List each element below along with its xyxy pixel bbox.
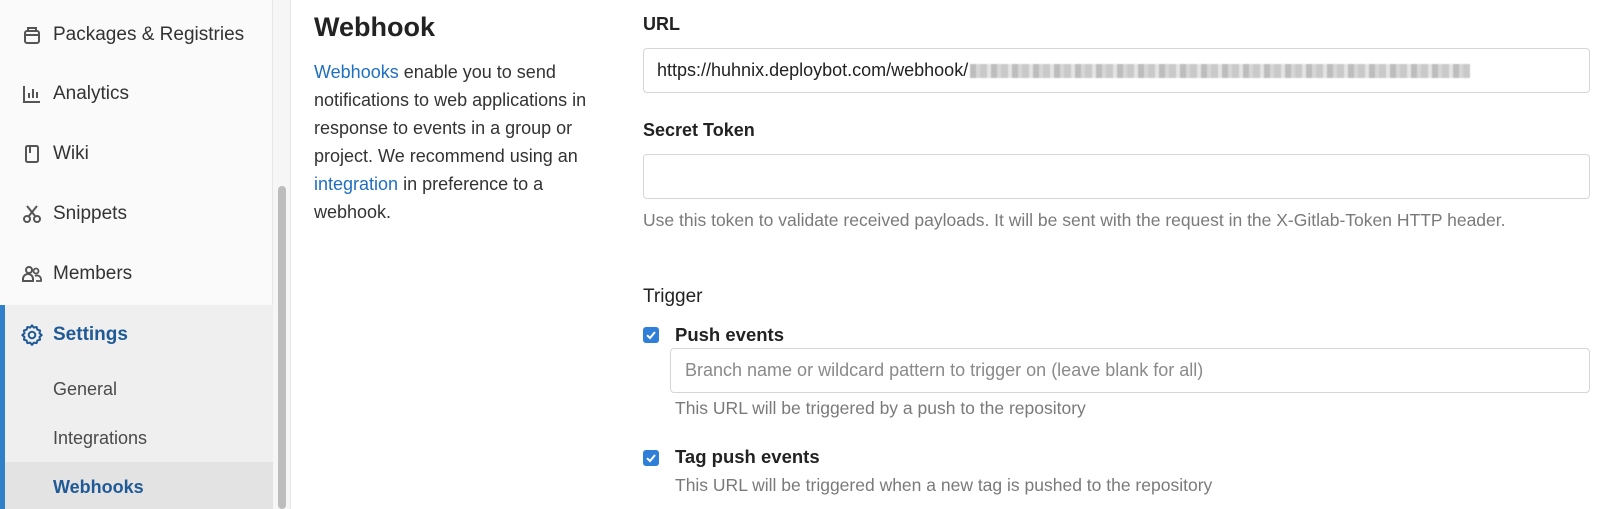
sidebar-item-wiki[interactable]: Wiki xyxy=(0,134,273,174)
sidebar-item-packages-registries[interactable]: Packages & Registries xyxy=(0,15,273,55)
push-events-help: This URL will be triggered by a push to … xyxy=(675,398,1086,418)
sidebar-item-label: Packages & Registries xyxy=(53,24,245,45)
redacted-token xyxy=(970,64,1471,79)
sidebar-item-label: Settings xyxy=(53,324,128,345)
tag-push-events-help: This URL will be triggered when a new ta… xyxy=(675,475,1213,495)
sidebar-item-label: Members xyxy=(53,263,133,284)
gear-icon xyxy=(21,324,43,346)
secret-token-help: Use this token to validate received payl… xyxy=(643,210,1506,230)
snippet-icon xyxy=(21,203,43,225)
tag-push-events-label[interactable]: Tag push events xyxy=(675,446,820,468)
url-value: https://huhnix.deploybot.com/webhook/ xyxy=(657,60,969,80)
sidebar-item-settings[interactable]: Settings xyxy=(0,305,273,365)
webhook-settings-page: Packages & Registries Analytics Wiki Sni… xyxy=(0,0,1600,509)
sidebar-item-label: Wiki xyxy=(53,143,89,164)
sidebar-item-snippets[interactable]: Snippets xyxy=(0,194,273,234)
sidebar-item-members[interactable]: Members xyxy=(0,254,273,294)
webhooks-docs-link[interactable]: Webhooks xyxy=(314,62,399,82)
book-icon xyxy=(21,143,43,165)
url-label: URL xyxy=(643,14,680,34)
trigger-label: Trigger xyxy=(643,286,703,307)
url-input[interactable]: https://huhnix.deploybot.com/webhook/ xyxy=(643,48,1590,93)
tag-push-events-checkbox[interactable] xyxy=(643,450,659,466)
secret-token-input[interactable] xyxy=(643,154,1590,199)
sidebar-item-label: Analytics xyxy=(53,83,130,104)
sidebar-scrollbar-thumb[interactable] xyxy=(278,186,286,509)
page-title: Webhook xyxy=(314,12,435,42)
active-indicator xyxy=(0,305,5,509)
users-icon xyxy=(21,263,43,285)
sidebar-item-label: Snippets xyxy=(53,203,127,224)
webhook-description: Webhooks enable you to send notification… xyxy=(314,58,604,226)
checkmark-icon xyxy=(646,331,656,340)
integration-link[interactable]: integration xyxy=(314,174,398,194)
branch-filter-input[interactable]: Branch name or wildcard pattern to trigg… xyxy=(670,348,1590,393)
submenu-item-general[interactable]: General xyxy=(53,379,117,400)
secret-token-label: Secret Token xyxy=(643,120,755,140)
sidebar-item-analytics[interactable]: Analytics xyxy=(0,74,273,114)
sidebar: Packages & Registries Analytics Wiki Sni… xyxy=(0,0,273,509)
push-events-checkbox[interactable] xyxy=(643,327,659,343)
submenu-item-integrations[interactable]: Integrations xyxy=(53,428,147,449)
analytics-icon xyxy=(21,83,43,105)
package-icon xyxy=(21,24,43,46)
push-events-label[interactable]: Push events xyxy=(675,324,784,346)
submenu-item-webhooks[interactable]: Webhooks xyxy=(53,477,144,498)
checkmark-icon xyxy=(646,454,656,463)
